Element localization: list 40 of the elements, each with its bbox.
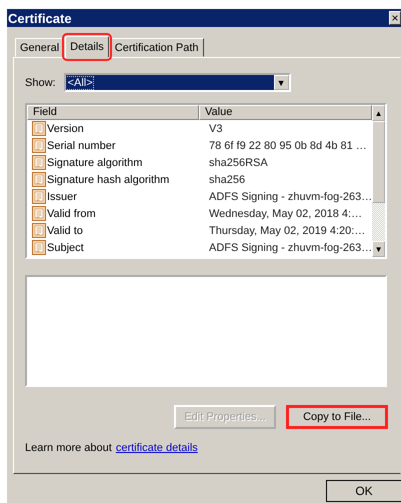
document-icon — [32, 138, 46, 153]
table-cell: Serial number — [47, 140, 116, 152]
window-title: Certificate — [7, 10, 72, 26]
table-cell-text: Thursday, May 02, 2019 4:20:… — [208, 224, 366, 236]
table-cell: Subject — [47, 242, 84, 254]
document-icon — [32, 172, 46, 187]
ok-button[interactable]: OK — [326, 480, 401, 502]
document-icon — [32, 240, 46, 255]
document-icon — [32, 189, 46, 204]
tab[interactable]: Certification Path — [110, 38, 204, 57]
table-cell-text: 78 6f f9 22 80 95 0b 8d 4b 81 … — [208, 140, 367, 152]
show-label: Show: — [25, 76, 56, 88]
table-cell: Version — [47, 122, 84, 134]
table-cell: Issuer — [47, 190, 77, 202]
scroll-down-button[interactable]: ▼ — [372, 241, 385, 257]
action-button[interactable]: Copy to File... — [286, 405, 388, 429]
table-cell-text: ADFS Signing - zhuvm-fog-263… — [208, 242, 372, 254]
scroll-up-button[interactable]: ▲ — [372, 105, 385, 121]
document-icon — [32, 223, 46, 238]
document-icon — [32, 155, 46, 170]
close-button[interactable]: × — [389, 11, 401, 25]
table-cell: Signature algorithm — [47, 156, 142, 168]
table-cell-text: sha256RSA — [208, 156, 268, 168]
table-cell-text: sha256 — [208, 174, 246, 186]
table-cell-text: V3 — [208, 122, 222, 134]
tab[interactable]: Details — [65, 36, 109, 58]
learn-more-text: Learn more about — [25, 442, 112, 454]
document-icon — [32, 121, 46, 136]
table-cell: Valid to — [47, 224, 83, 236]
table-cell: Valid from — [47, 208, 96, 220]
tab[interactable]: General — [15, 38, 64, 57]
table-cell-text: Wednesday, May 02, 2018 4:… — [208, 208, 362, 220]
column-header[interactable]: Value — [199, 105, 372, 120]
document-icon — [32, 206, 46, 221]
table-cell-text: ADFS Signing - zhuvm-fog-263… — [208, 190, 372, 202]
table-cell: Signature hash algorithm — [47, 174, 170, 186]
certificate-details-link[interactable]: certificate details — [116, 442, 198, 454]
column-header[interactable]: Field — [27, 105, 199, 120]
scrollbar[interactable]: ▲ ▼ — [372, 105, 385, 257]
show-dropdown[interactable]: <All> ▼ — [64, 73, 291, 92]
